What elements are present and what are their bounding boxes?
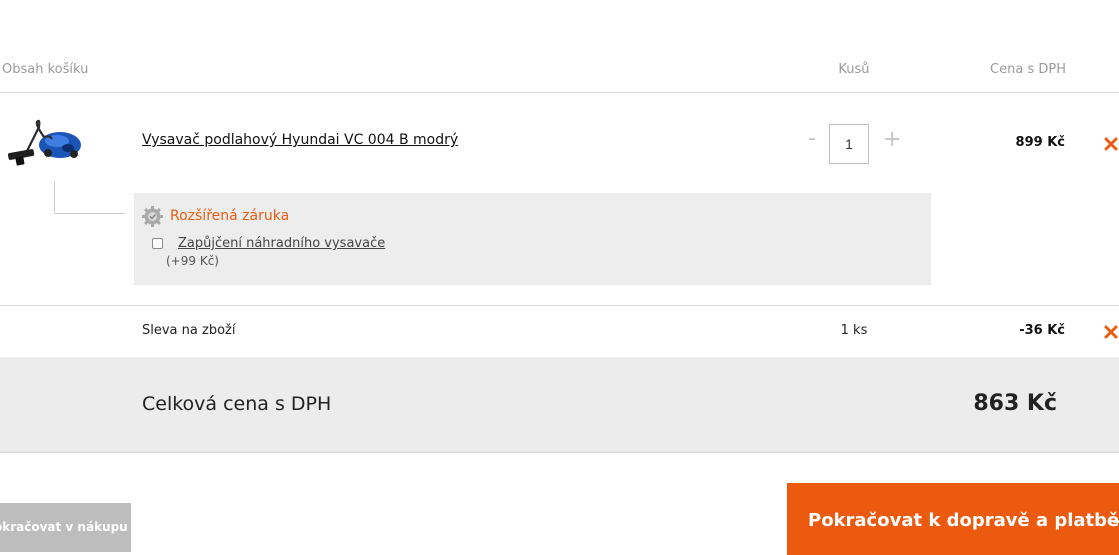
- header-divider: [0, 92, 1119, 93]
- warranty-option-price: (+99 Kč): [166, 254, 219, 268]
- warranty-option-checkbox[interactable]: [152, 238, 163, 249]
- remove-item-icon[interactable]: [1104, 136, 1118, 151]
- cart-content-header: Obsah košíku: [2, 62, 89, 77]
- product-name-link[interactable]: Vysavač podlahový Hyundai VC 004 B modrý: [142, 132, 458, 148]
- discount-amount: -36 Kč: [1019, 323, 1065, 338]
- quantity-increase-button[interactable]: +: [883, 129, 901, 151]
- quantity-input[interactable]: [829, 124, 869, 164]
- warranty-title: Rozšířená záruka: [170, 208, 290, 224]
- warranty-connector-line: [54, 181, 125, 214]
- proceed-to-shipping-button[interactable]: Pokračovat k dopravě a platbě →: [787, 483, 1119, 555]
- gear-badge-icon: [142, 206, 163, 227]
- quantity-header: Kusů: [838, 62, 870, 77]
- product-divider: [0, 305, 1119, 306]
- product-image[interactable]: [4, 115, 84, 173]
- discount-quantity: 1 ks: [840, 323, 868, 338]
- continue-shopping-button[interactable]: okračovat v nákupu: [0, 503, 131, 552]
- total-label: Celková cena s DPH: [142, 393, 332, 415]
- quantity-decrease-button[interactable]: -: [804, 128, 820, 150]
- total-value: 863 Kč: [973, 391, 1057, 416]
- proceed-label: Pokračovat k dopravě a platbě: [808, 510, 1119, 531]
- warranty-option-label[interactable]: Zapůjčení náhradního vysavače: [178, 236, 385, 251]
- discount-label: Sleva na zboží: [142, 323, 236, 338]
- item-price: 899 Kč: [1015, 135, 1065, 150]
- remove-discount-icon[interactable]: [1104, 324, 1118, 339]
- continue-shopping-label: okračovat v nákupu: [0, 520, 128, 534]
- price-header: Cena s DPH: [990, 62, 1066, 77]
- arrow-right-icon: →: [1112, 509, 1119, 533]
